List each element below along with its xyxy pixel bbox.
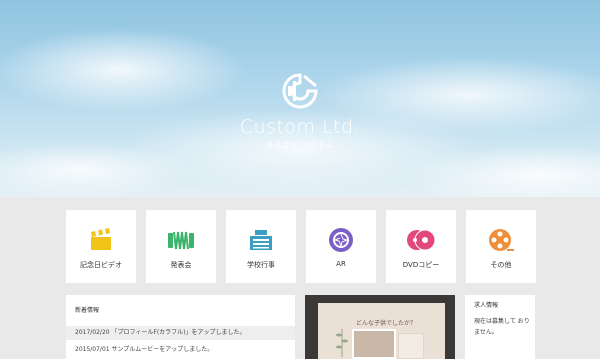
brand-subtitle: 株式会社 カスタム (266, 141, 334, 149)
tile-ar[interactable]: AR (306, 210, 376, 283)
category-tiles: 記念日ビデオ 発表会 学校行事 AR DVDコピー その他 (66, 210, 536, 283)
hero-banner: Custom Ltd. 株式会社 カスタム (0, 0, 600, 197)
tile-label: その他 (490, 261, 512, 269)
tile-label: AR (336, 260, 346, 268)
tile-dvd-copy[interactable]: DVDコピー (386, 210, 456, 283)
tile-school-events[interactable]: 学校行事 (226, 210, 296, 283)
aperture-icon (329, 228, 353, 252)
tile-anniversary-video[interactable]: 記念日ビデオ (66, 210, 136, 283)
film-reel-logo-icon (282, 73, 318, 109)
news-item[interactable]: 2015/07/01 サンプルムービーをアップしました。 (66, 343, 295, 357)
leaf-decoration-icon (336, 329, 348, 357)
recruit-text: 現在は募集して おりません。 (474, 318, 530, 336)
news-title: 新着情報 (75, 307, 100, 314)
sample-video-player[interactable]: どんな子供でしたか？ (305, 295, 455, 359)
video-frame: どんな子供でしたか？ (318, 303, 445, 359)
recruit-title: 求人情報 (474, 302, 499, 309)
dvd-discs-icon (407, 229, 435, 251)
child-photo (352, 329, 396, 359)
school-building-icon (250, 230, 272, 250)
brand-name: Custom Ltd. (239, 116, 361, 138)
recruit-panel: 求人情報 現在は募集して おりません。 (465, 295, 535, 359)
photo-frame (398, 333, 424, 359)
tile-label: DVDコピー (402, 261, 440, 269)
clapperboard-icon (91, 228, 111, 250)
tile-recital[interactable]: 発表会 (146, 210, 216, 283)
tile-label: 学校行事 (247, 261, 275, 269)
tile-label: 発表会 (170, 261, 192, 269)
tile-other[interactable]: その他 (466, 210, 536, 283)
accordion-icon (168, 231, 194, 250)
news-item[interactable]: 2017/02/20 「プロフィールF(カラフル)」をアップしました。 (66, 326, 295, 340)
tile-label: 記念日ビデオ (80, 261, 122, 269)
video-caption: どんな子供でしたか？ (356, 320, 417, 327)
film-reel-icon (489, 229, 514, 251)
